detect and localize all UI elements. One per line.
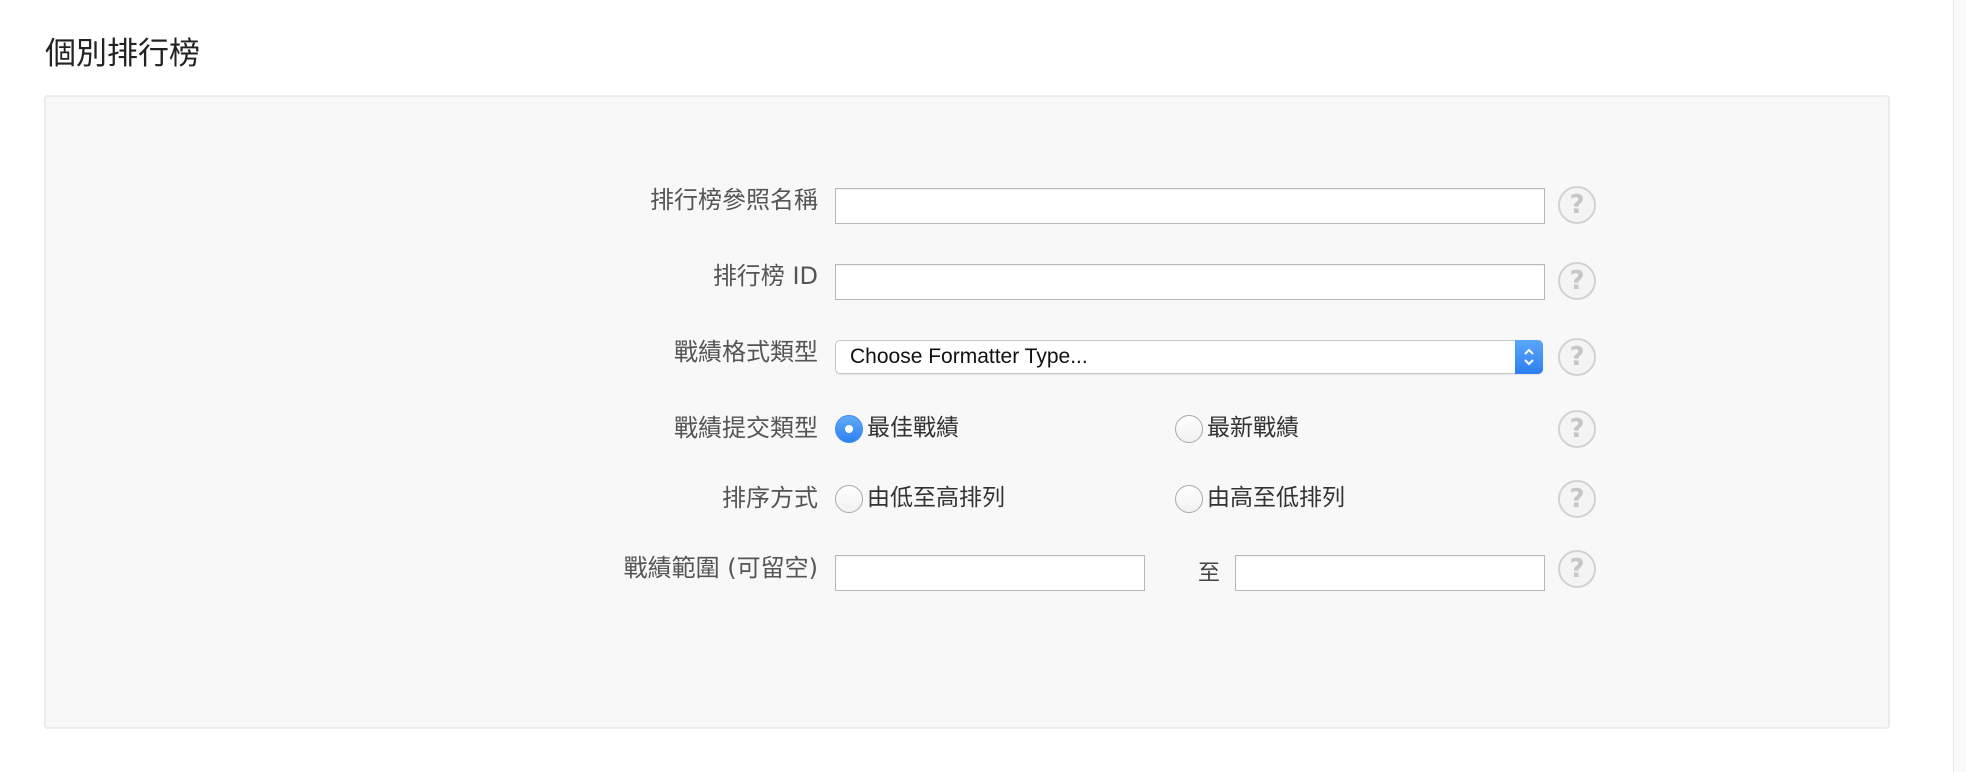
reference-name-input[interactable]	[835, 188, 1545, 224]
score-submission-type-label: 戰績提交類型	[674, 414, 818, 442]
high-to-low-radio-option[interactable]: 由高至低排列	[1175, 478, 1395, 518]
score-range-row: 戰績範圍 (可留空) 至 ?	[0, 548, 1966, 591]
low-to-high-radio-label: 由低至高排列	[867, 485, 1005, 511]
score-range-max-input[interactable]	[1235, 555, 1545, 591]
leaderboard-id-input[interactable]	[835, 264, 1545, 300]
score-range-to-label: 至	[1198, 561, 1221, 586]
latest-score-radio-label: 最新戰績	[1207, 415, 1299, 441]
score-format-type-select[interactable]: Choose Formatter Type...	[835, 340, 1543, 374]
score-range-help-icon[interactable]: ?	[1558, 550, 1596, 588]
leaderboard-id-label: 排行榜 ID	[712, 262, 818, 290]
score-range-label: 戰績範圍 (可留空)	[623, 554, 818, 582]
reference-name-label: 排行榜參照名稱	[650, 186, 818, 214]
reference-name-help-icon[interactable]: ?	[1558, 186, 1596, 224]
low-to-high-radio[interactable]	[835, 485, 863, 513]
score-submission-type-row: 戰績提交類型 最佳戰績 最新戰績 ?	[0, 408, 1966, 448]
score-format-type-help-icon[interactable]: ?	[1558, 338, 1596, 376]
high-to-low-radio[interactable]	[1175, 485, 1203, 513]
sort-order-label: 排序方式	[722, 484, 818, 512]
leaderboard-id-help-icon[interactable]: ?	[1558, 262, 1596, 300]
page-title: 個別排行榜	[45, 36, 200, 72]
high-to-low-radio-label: 由高至低排列	[1207, 485, 1345, 511]
score-format-type-label: 戰績格式類型	[674, 338, 818, 366]
vertical-scrollbar[interactable]	[1953, 0, 1966, 772]
latest-score-radio-option[interactable]: 最新戰績	[1175, 408, 1375, 448]
best-score-radio-option[interactable]: 最佳戰績	[835, 408, 1035, 448]
leaderboard-id-row: 排行榜 ID ?	[0, 260, 1966, 300]
sort-order-help-icon[interactable]: ?	[1558, 480, 1596, 518]
low-to-high-radio-option[interactable]: 由低至高排列	[835, 478, 1055, 518]
score-submission-type-help-icon[interactable]: ?	[1558, 410, 1596, 448]
chevron-up-down-icon	[1515, 340, 1543, 374]
latest-score-radio[interactable]	[1175, 415, 1203, 443]
score-format-type-row: 戰績格式類型 Choose Formatter Type... ?	[0, 336, 1966, 376]
sort-order-row: 排序方式 由低至高排列 由高至低排列 ?	[0, 478, 1966, 518]
best-score-radio[interactable]	[835, 415, 863, 443]
score-range-min-input[interactable]	[835, 555, 1145, 591]
score-format-type-selected: Choose Formatter Type...	[850, 345, 1088, 368]
best-score-radio-label: 最佳戰績	[867, 415, 959, 441]
reference-name-row: 排行榜參照名稱 ?	[0, 184, 1966, 224]
